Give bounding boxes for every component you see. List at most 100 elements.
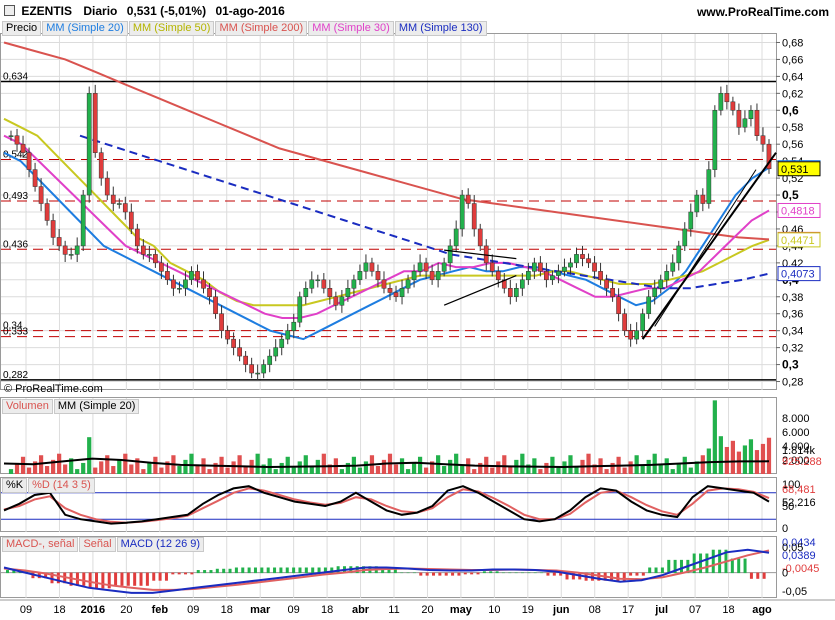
level-label: 0,436 bbox=[3, 239, 28, 250]
macd-hist-bar bbox=[737, 558, 741, 574]
candle-body bbox=[598, 271, 603, 281]
volume-bar bbox=[640, 466, 645, 474]
volume-bar bbox=[297, 461, 302, 474]
macd-hist-bar bbox=[234, 567, 238, 574]
price-tag-label: 0,531 bbox=[781, 164, 809, 176]
volume-bar bbox=[442, 466, 447, 474]
candle-body bbox=[237, 347, 242, 357]
legend-price[interactable]: Precio bbox=[2, 21, 42, 36]
macd-hist-bar bbox=[95, 572, 99, 589]
volume-bar bbox=[604, 469, 609, 474]
macd-hist-bar bbox=[82, 572, 86, 586]
macd-hist-bar bbox=[451, 572, 455, 576]
volume-bar bbox=[8, 469, 14, 474]
time-tick-label: 18 bbox=[221, 604, 233, 616]
candle-body bbox=[159, 262, 164, 272]
macd-hist-bar bbox=[679, 559, 683, 574]
macd-hist-bar bbox=[648, 567, 652, 574]
candle-body bbox=[189, 271, 194, 281]
candle-body bbox=[104, 177, 110, 196]
symbol-label: EZENTIS bbox=[21, 4, 73, 18]
volume-bar bbox=[231, 461, 236, 474]
macd-hist-bar bbox=[718, 549, 722, 574]
legend-macd-signal[interactable]: Señal bbox=[79, 537, 116, 552]
stoch-legend: %K %D (14 3 5) bbox=[2, 478, 96, 493]
legend-macd-hist[interactable]: MACD-, señal bbox=[2, 537, 79, 552]
macd-hist-bar bbox=[152, 572, 156, 581]
macd-signal-line bbox=[3, 549, 770, 591]
volume-bar bbox=[363, 461, 369, 474]
price-tick-label: 0,66 bbox=[782, 54, 803, 66]
macd-hist-bar bbox=[88, 572, 92, 589]
volume-bar bbox=[393, 464, 399, 474]
volume-bar bbox=[760, 443, 766, 474]
candle-body bbox=[622, 313, 627, 331]
candle-body bbox=[592, 262, 597, 272]
candle-body bbox=[477, 228, 483, 247]
candle-body bbox=[339, 296, 345, 306]
time-tick-label: ago bbox=[752, 604, 772, 616]
candle-body bbox=[369, 262, 375, 272]
candle-body bbox=[489, 262, 495, 272]
symbol-icon[interactable] bbox=[4, 5, 15, 16]
level-label: 0,493 bbox=[3, 191, 28, 202]
macd-legend: MACD-, señal Señal MACD (12 26 9) bbox=[2, 537, 205, 552]
macd-hist-bar bbox=[654, 567, 658, 574]
legend-stoch-k[interactable]: %K bbox=[2, 478, 28, 493]
legend-volume-sma[interactable]: MM (Simple 20) bbox=[53, 399, 140, 414]
macd-hist-bar bbox=[699, 553, 703, 574]
volume-bar bbox=[321, 453, 326, 474]
volume-bar bbox=[417, 456, 423, 474]
legend-sma50[interactable]: MM (Simple 50) bbox=[128, 21, 215, 36]
candle-body bbox=[634, 330, 640, 340]
candle-body bbox=[658, 279, 664, 289]
legend-stoch-d[interactable]: %D (14 3 5) bbox=[28, 478, 95, 493]
legend-macd[interactable]: MACD (12 26 9) bbox=[116, 537, 205, 552]
volume-bar bbox=[273, 469, 278, 474]
macd-hist-bar bbox=[139, 572, 143, 586]
volume-bar bbox=[646, 459, 651, 474]
candle-body bbox=[580, 254, 585, 259]
volume-bar bbox=[718, 436, 723, 474]
legend-sma20[interactable]: MM (Simple 20) bbox=[42, 21, 128, 36]
volume-bar bbox=[496, 461, 501, 474]
volume-bar bbox=[550, 456, 555, 474]
legend-sma130[interactable]: MM (Simple 130) bbox=[394, 21, 487, 36]
macd-hist-bar bbox=[667, 559, 671, 574]
candle-body bbox=[345, 288, 351, 298]
candle-body bbox=[375, 271, 381, 281]
time-tick-label: mar bbox=[250, 604, 271, 616]
candle-body bbox=[177, 288, 182, 290]
price-tick-label: 0,28 bbox=[782, 377, 803, 389]
price-tick-label: 0,34 bbox=[782, 326, 803, 338]
candle-body bbox=[327, 288, 333, 298]
macd-hist-bar bbox=[495, 571, 499, 574]
candle-body bbox=[267, 355, 273, 365]
macd-hist-bar bbox=[298, 567, 302, 574]
macd-hist-bar bbox=[476, 572, 480, 575]
price-tick-label: 0,36 bbox=[782, 309, 803, 321]
legend-sma200[interactable]: MM (Simple 200) bbox=[215, 21, 308, 36]
candle-body bbox=[465, 194, 471, 204]
candle-body bbox=[532, 262, 537, 272]
candle-body bbox=[387, 288, 393, 293]
candle-body bbox=[153, 254, 158, 264]
volume-bar bbox=[622, 467, 627, 474]
volume-bar bbox=[682, 456, 687, 474]
candle-body bbox=[44, 203, 50, 221]
candle-body bbox=[261, 364, 267, 374]
legend-sma30[interactable]: MM (Simple 30) bbox=[308, 21, 394, 36]
candle-body bbox=[110, 194, 116, 204]
macd-hist-bar bbox=[196, 570, 200, 574]
candle-body bbox=[399, 288, 405, 298]
date-label: 01-ago-2016 bbox=[215, 4, 285, 18]
candle-body bbox=[351, 279, 357, 289]
macd-hist-bar bbox=[514, 572, 518, 574]
macd-hist-bar bbox=[533, 572, 537, 574]
time-tick-label: 20 bbox=[421, 604, 433, 616]
legend-volume[interactable]: Volumen bbox=[2, 399, 53, 414]
candle-body bbox=[700, 194, 706, 204]
macd-hist-bar bbox=[203, 570, 207, 574]
candle-body bbox=[538, 262, 543, 272]
candle-body bbox=[604, 279, 609, 289]
